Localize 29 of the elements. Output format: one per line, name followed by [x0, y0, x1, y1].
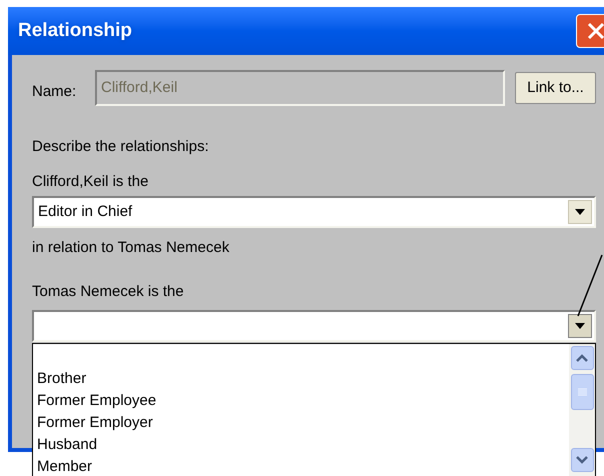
combo-value: Editor in Chief	[38, 204, 132, 220]
leader-line	[576, 254, 603, 317]
name-label: Name:	[32, 84, 78, 100]
dropdown-arrow-icon	[575, 323, 585, 329]
relation-combo[interactable]	[32, 310, 596, 342]
link-button[interactable]: Link to...	[515, 72, 596, 104]
scroll-up-button[interactable]	[570, 346, 594, 370]
chevron-up-icon	[576, 354, 588, 362]
close-icon	[587, 22, 604, 40]
dropdown-option[interactable]: Former Employee	[37, 390, 156, 412]
scroll-down-button[interactable]	[570, 448, 594, 472]
dropdown-button[interactable]	[568, 200, 592, 224]
dropdown-option[interactable]: Former Employer	[37, 412, 153, 434]
name-value: Clifford,Keil	[101, 80, 178, 96]
relation-combo[interactable]: Editor in Chief	[32, 196, 596, 228]
dropdown-option[interactable]: Husband	[37, 434, 98, 456]
instruction-text: Describe the relationships:	[32, 139, 209, 155]
window-title: Relationship	[18, 20, 132, 42]
scrollbar[interactable]	[569, 344, 595, 476]
grip-icon	[578, 388, 586, 396]
chevron-down-icon	[576, 456, 588, 464]
first-relation-label: Clifford,Keil is the	[32, 174, 148, 190]
second-relation-label: Tomas Nemecek is the	[32, 284, 184, 300]
dropdown-button[interactable]	[568, 314, 592, 338]
scroll-thumb[interactable]	[570, 374, 594, 410]
dropdown-arrow-icon	[575, 209, 585, 215]
dropdown-option[interactable]: Member	[37, 456, 92, 476]
dropdown-option[interactable]: Brother	[37, 368, 86, 390]
relation-note: in relation to Tomas Nemecek	[32, 240, 230, 256]
